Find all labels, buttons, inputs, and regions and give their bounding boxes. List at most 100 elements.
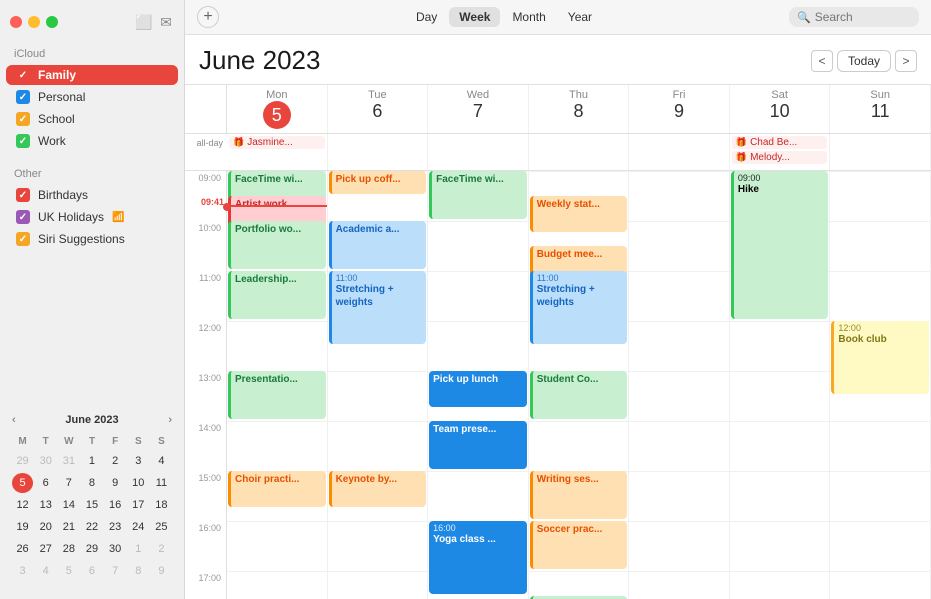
sidebar-item-uk-holidays[interactable]: UK Holidays 📶 <box>6 207 178 227</box>
mini-cal-day[interactable]: 29 <box>12 451 33 471</box>
mini-cal-day[interactable]: 5 <box>58 561 79 581</box>
mini-cal-next[interactable]: › <box>166 414 174 426</box>
work-checkbox[interactable] <box>16 134 30 148</box>
mini-cal-day[interactable]: 19 <box>12 517 33 537</box>
mini-cal-day[interactable]: 25 <box>151 517 172 537</box>
mini-cal-day[interactable]: 13 <box>35 495 56 515</box>
view-btn-day[interactable]: Day <box>406 7 447 27</box>
uk-holidays-checkbox[interactable] <box>16 210 30 224</box>
mini-cal-day[interactable]: 8 <box>81 473 102 493</box>
sidebar-item-siri-suggestions[interactable]: Siri Suggestions <box>6 229 178 249</box>
sidebar-item-school[interactable]: School <box>6 109 178 129</box>
calendar-event[interactable]: 11:00Stretching + weights <box>329 271 427 344</box>
calendar-event[interactable]: 12:00Book club <box>831 321 929 394</box>
calendar-event[interactable]: Choir practi... <box>228 471 326 507</box>
sidebar-item-family[interactable]: Family <box>6 65 178 85</box>
sidebar-item-birthdays[interactable]: Birthdays <box>6 185 178 205</box>
mini-cal-day[interactable]: 27 <box>35 539 56 559</box>
mini-cal-day[interactable]: 3 <box>12 561 33 581</box>
mini-cal-prev[interactable]: ‹ <box>10 414 18 426</box>
sidebar-item-label: Work <box>38 134 66 148</box>
mini-cal-day[interactable]: 1 <box>81 451 102 471</box>
school-checkbox[interactable] <box>16 112 30 126</box>
mini-cal-day[interactable]: 29 <box>81 539 102 559</box>
search-input[interactable] <box>815 10 911 24</box>
mini-cal-day[interactable]: 2 <box>151 539 172 559</box>
mini-cal-day[interactable]: 6 <box>81 561 102 581</box>
allday-event[interactable]: 🎁Chad Be... <box>732 136 828 149</box>
calendar-event[interactable]: Weekly stat... <box>530 196 628 232</box>
mini-cal-day[interactable]: 1 <box>128 539 149 559</box>
mini-cal-day[interactable]: 16 <box>105 495 126 515</box>
calendar-event[interactable]: Portfolio wo... <box>228 221 326 269</box>
calendar-event[interactable]: Academic a... <box>329 221 427 269</box>
calendar-event[interactable]: 09:00Hike <box>731 171 829 319</box>
today-button[interactable]: Today <box>837 50 891 72</box>
mini-cal-day[interactable]: 21 <box>58 517 79 537</box>
mini-cal-day[interactable]: 3 <box>128 451 149 471</box>
birthdays-checkbox[interactable] <box>16 188 30 202</box>
calendar-event[interactable]: Writing ses... <box>530 471 628 519</box>
mini-cal-day[interactable]: 18 <box>151 495 172 515</box>
mini-cal-day[interactable]: 9 <box>151 561 172 581</box>
close-button[interactable] <box>10 16 22 28</box>
mini-cal-day[interactable]: 7 <box>105 561 126 581</box>
mini-cal-day[interactable]: 14 <box>58 495 79 515</box>
next-week-button[interactable]: > <box>895 50 917 72</box>
mini-cal-day[interactable]: 12 <box>12 495 33 515</box>
calendar-event[interactable]: Soccer prac... <box>530 521 628 569</box>
mini-cal-day[interactable]: 7 <box>58 473 79 493</box>
mini-cal-day[interactable]: 23 <box>105 517 126 537</box>
mini-cal-day[interactable]: 9 <box>105 473 126 493</box>
calendar-event[interactable]: 16:00Yoga class ... <box>429 521 527 594</box>
search-box[interactable]: 🔍 <box>789 7 919 27</box>
view-switcher: Day Week Month Year <box>406 7 602 27</box>
mini-cal-day[interactable]: 4 <box>35 561 56 581</box>
sidebar-item-personal[interactable]: Personal <box>6 87 178 107</box>
mini-cal-day[interactable]: 8 <box>128 561 149 581</box>
view-btn-week[interactable]: Week <box>449 7 500 27</box>
mini-cal-day[interactable]: 22 <box>81 517 102 537</box>
calendar-event[interactable]: Pick up coff... <box>329 171 427 194</box>
mini-cal-day[interactable]: 31 <box>58 451 79 471</box>
calendar-event[interactable]: Keynote by... <box>329 471 427 507</box>
mini-cal-day[interactable]: 2 <box>105 451 126 471</box>
mail-icon[interactable]: ✉ <box>158 14 174 30</box>
calendar-event[interactable]: FaceTime wi... <box>429 171 527 219</box>
mini-cal-day[interactable]: 30 <box>35 451 56 471</box>
mini-cal-day[interactable]: 28 <box>58 539 79 559</box>
view-btn-year[interactable]: Year <box>558 7 602 27</box>
mini-cal-day[interactable]: 6 <box>35 473 56 493</box>
calendar-event[interactable]: Pick up lunch <box>429 371 527 407</box>
mini-cal-day[interactable]: 26 <box>12 539 33 559</box>
sidebar-toggle-icon[interactable]: ⬜ <box>136 14 152 30</box>
view-btn-month[interactable]: Month <box>502 7 555 27</box>
sidebar-item-work[interactable]: Work <box>6 131 178 151</box>
mini-cal-day[interactable]: 11 <box>151 473 172 493</box>
mini-cal-day[interactable]: 15 <box>81 495 102 515</box>
prev-week-button[interactable]: < <box>811 50 833 72</box>
mini-cal-day[interactable]: 17 <box>128 495 149 515</box>
mini-cal-day[interactable]: 4 <box>151 451 172 471</box>
add-event-button[interactable]: + <box>197 6 219 28</box>
mini-cal-day[interactable]: 10 <box>128 473 149 493</box>
time-column: 09:0010:0011:0012:0013:0014:0015:0016:00… <box>185 171 227 599</box>
zoom-button[interactable] <box>46 16 58 28</box>
calendar-event[interactable]: Student Co... <box>530 371 628 419</box>
allday-event[interactable]: 🎁Melody... <box>732 151 828 164</box>
mini-cal-day[interactable]: 20 <box>35 517 56 537</box>
calendar-event[interactable]: Leadership... <box>228 271 326 319</box>
calendar-event[interactable]: 11:00Stretching + weights <box>530 271 628 344</box>
calendar-event[interactable]: Team prese... <box>429 421 527 469</box>
mini-cal-day[interactable]: 24 <box>128 517 149 537</box>
personal-checkbox[interactable] <box>16 90 30 104</box>
sidebar-item-label: Personal <box>38 90 85 104</box>
minimize-button[interactable] <box>28 16 40 28</box>
family-checkbox[interactable] <box>16 68 30 82</box>
mini-cal-day[interactable]: 30 <box>105 539 126 559</box>
siri-checkbox[interactable] <box>16 232 30 246</box>
allday-cell-6 <box>830 134 931 170</box>
allday-event[interactable]: 🎁Jasmine... <box>229 136 325 149</box>
mini-cal-day[interactable]: 5 <box>12 473 33 493</box>
calendar-event[interactable]: Presentatio... <box>228 371 326 419</box>
